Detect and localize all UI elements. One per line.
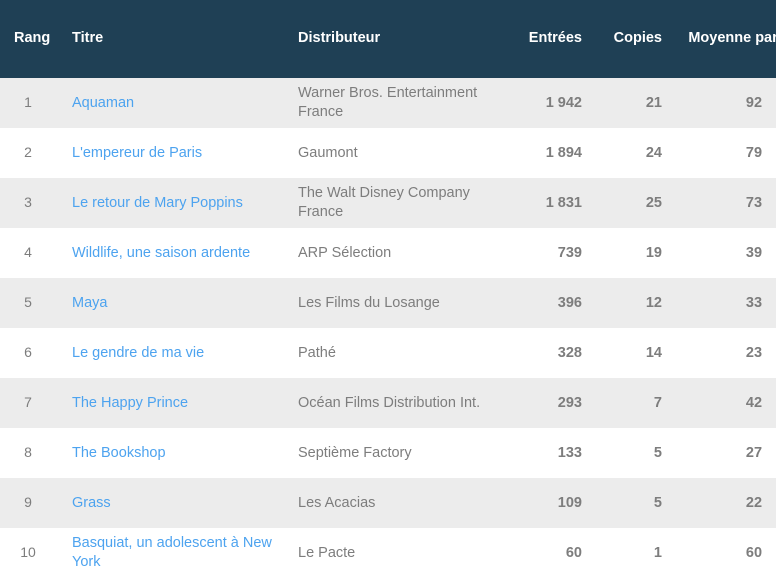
column-header-distributeur[interactable]: Distributeur <box>298 0 498 78</box>
table-row: 5 Maya Les Films du Losange 396 12 33 <box>0 278 776 328</box>
cell-moyenne-par-copie: 27 <box>745 444 763 461</box>
cell-titre: The Bookshop <box>72 428 298 478</box>
table-row: 9 Grass Les Acacias 109 5 22 <box>0 478 776 528</box>
column-header-rang[interactable]: Rang <box>0 0 72 78</box>
film-title-link[interactable]: Le retour de Mary Poppins <box>72 195 243 211</box>
cell-copies: 5 <box>653 444 662 461</box>
cell-distributeur: Les Films du Losange <box>298 294 440 311</box>
column-header-copies[interactable]: Copies <box>586 0 674 78</box>
cell-distributeur: Les Acacias <box>298 494 376 511</box>
cell-distributeur: ARP Sélection <box>298 244 392 261</box>
film-title-link[interactable]: Maya <box>72 295 107 311</box>
cell-distributeur: Pathé <box>298 344 336 361</box>
cell-rang: 10 <box>20 544 36 561</box>
cell-copies: 5 <box>653 494 662 511</box>
cell-copies: 14 <box>645 344 662 361</box>
cell-entrees: 1 942 <box>545 94 582 111</box>
cell-distributeur: Le Pacte <box>298 544 356 561</box>
cell-distributeur: Warner Bros. Entertainment France <box>298 85 478 120</box>
table-row: 3 Le retour de Mary Poppins The Walt Disne… <box>0 178 776 228</box>
box-office-table: Rang Titre Distributeur Entrées Copies M… <box>0 0 776 578</box>
cell-titre: Le retour de Mary Poppins <box>72 178 298 228</box>
cell-distributeur: Septième Factory <box>298 444 412 461</box>
header-row: Rang Titre Distributeur Entrées Copies M… <box>0 0 776 78</box>
film-title-link[interactable]: L'empereur de Paris <box>72 145 202 161</box>
table-row: 2 L'empereur de Paris Gaumont 1 894 24 79 <box>0 128 776 178</box>
cell-titre: Basquiat, un adolescent à New York <box>72 528 298 578</box>
table-body: 1 Aquaman Warner Bros. Entertainment Franc… <box>0 78 776 578</box>
cell-entrees: 396 <box>557 294 582 311</box>
cell-copies: 21 <box>645 94 662 111</box>
table-row: 10 Basquiat, un adolescent à New York Le P… <box>0 528 776 578</box>
cell-copies: 19 <box>645 244 662 261</box>
cell-distributeur: Océan Films Distribution Int. <box>298 394 481 411</box>
column-header-moyenne-par-copie[interactable]: Moyenne par copie <box>674 0 776 78</box>
table-row: 7 The Happy Prince Océan Films Distributio… <box>0 378 776 428</box>
cell-titre: The Happy Prince <box>72 378 298 428</box>
cell-copies: 25 <box>645 194 662 211</box>
cell-moyenne-par-copie: 79 <box>745 144 763 161</box>
table-row: 4 Wildlife, une saison ardente ARP Sélecti… <box>0 228 776 278</box>
cell-moyenne-par-copie: 73 <box>745 194 763 211</box>
cell-moyenne-par-copie: 33 <box>745 294 763 311</box>
film-title-link[interactable]: Wildlife, une saison ardente <box>72 245 250 261</box>
cell-titre: Le gendre de ma vie <box>72 328 298 378</box>
cell-entrees: 1 831 <box>545 194 582 211</box>
cell-copies: 12 <box>645 294 662 311</box>
cell-entrees: 133 <box>557 444 582 461</box>
cell-entrees: 60 <box>565 544 582 561</box>
cell-moyenne-par-copie: 22 <box>745 494 763 511</box>
table-row: 6 Le gendre de ma vie Pathé 328 14 23 <box>0 328 776 378</box>
cell-rang: 6 <box>24 344 32 361</box>
cell-rang: 2 <box>24 144 32 161</box>
cell-copies: 24 <box>645 144 662 161</box>
cell-copies: 1 <box>653 544 662 561</box>
table-row: 8 The Bookshop Septième Factory 133 5 27 <box>0 428 776 478</box>
cell-rang: 7 <box>24 394 32 411</box>
cell-titre: L'empereur de Paris <box>72 128 298 178</box>
cell-rang: 9 <box>24 494 32 511</box>
cell-rang: 8 <box>24 444 32 461</box>
cell-moyenne-par-copie: 60 <box>745 544 763 561</box>
cell-moyenne-par-copie: 39 <box>745 244 763 261</box>
cell-entrees: 1 894 <box>545 144 582 161</box>
cell-copies: 7 <box>653 394 662 411</box>
film-title-link[interactable]: Aquaman <box>72 95 134 111</box>
cell-moyenne-par-copie: 42 <box>745 394 763 411</box>
film-title-link[interactable]: The Bookshop <box>72 445 166 461</box>
cell-titre: Wildlife, une saison ardente <box>72 228 298 278</box>
cell-moyenne-par-copie: 92 <box>745 94 763 111</box>
cell-entrees: 109 <box>557 494 582 511</box>
film-title-link[interactable]: Grass <box>72 495 111 511</box>
cell-titre: Grass <box>72 478 298 528</box>
table-header: Rang Titre Distributeur Entrées Copies M… <box>0 0 776 78</box>
column-header-entrees[interactable]: Entrées <box>498 0 586 78</box>
cell-moyenne-par-copie: 23 <box>745 344 763 361</box>
film-title-link[interactable]: Basquiat, un adolescent à New York <box>72 535 272 570</box>
cell-entrees: 739 <box>557 244 582 261</box>
cell-titre: Maya <box>72 278 298 328</box>
cell-distributeur: Gaumont <box>298 144 358 161</box>
cell-rang: 5 <box>24 294 32 311</box>
column-header-titre[interactable]: Titre <box>72 0 298 78</box>
table-row: 1 Aquaman Warner Bros. Entertainment Franc… <box>0 78 776 128</box>
cell-rang: 3 <box>24 194 32 211</box>
cell-entrees: 293 <box>557 394 582 411</box>
film-title-link[interactable]: Le gendre de ma vie <box>72 345 204 361</box>
cell-distributeur: The Walt Disney Company France <box>298 185 470 220</box>
film-title-link[interactable]: The Happy Prince <box>72 395 188 411</box>
cell-titre: Aquaman <box>72 78 298 128</box>
cell-rang: 1 <box>24 94 32 111</box>
cell-entrees: 328 <box>557 344 582 361</box>
cell-rang: 4 <box>24 244 32 261</box>
